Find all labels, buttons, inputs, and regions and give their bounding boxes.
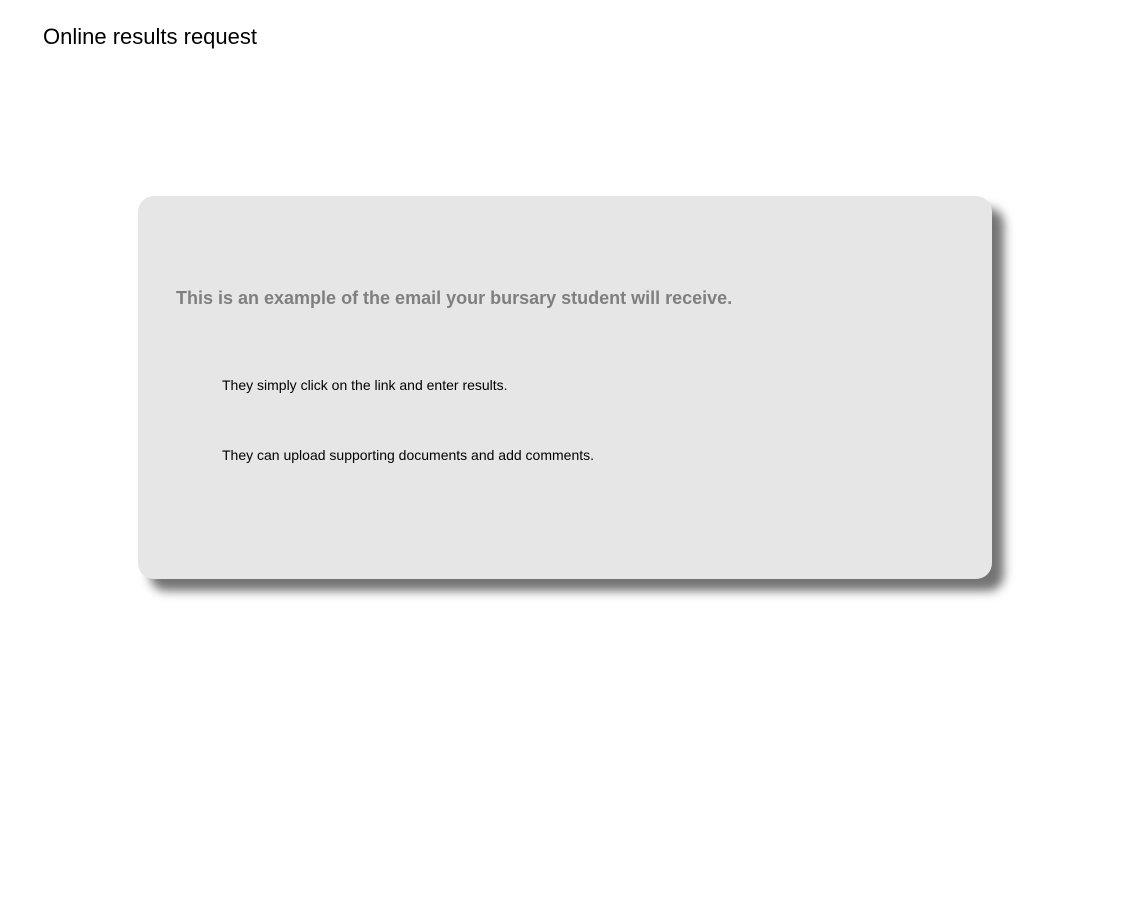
page-title: Online results request [43,24,257,49]
card-heading: This is an example of the email your bur… [176,288,733,308]
card-line-upload-documents: They can upload supporting documents and… [222,447,595,463]
info-card: This is an example of the email your bur… [138,196,992,579]
card-line-click-link: They simply click on the link and enter … [222,377,508,393]
